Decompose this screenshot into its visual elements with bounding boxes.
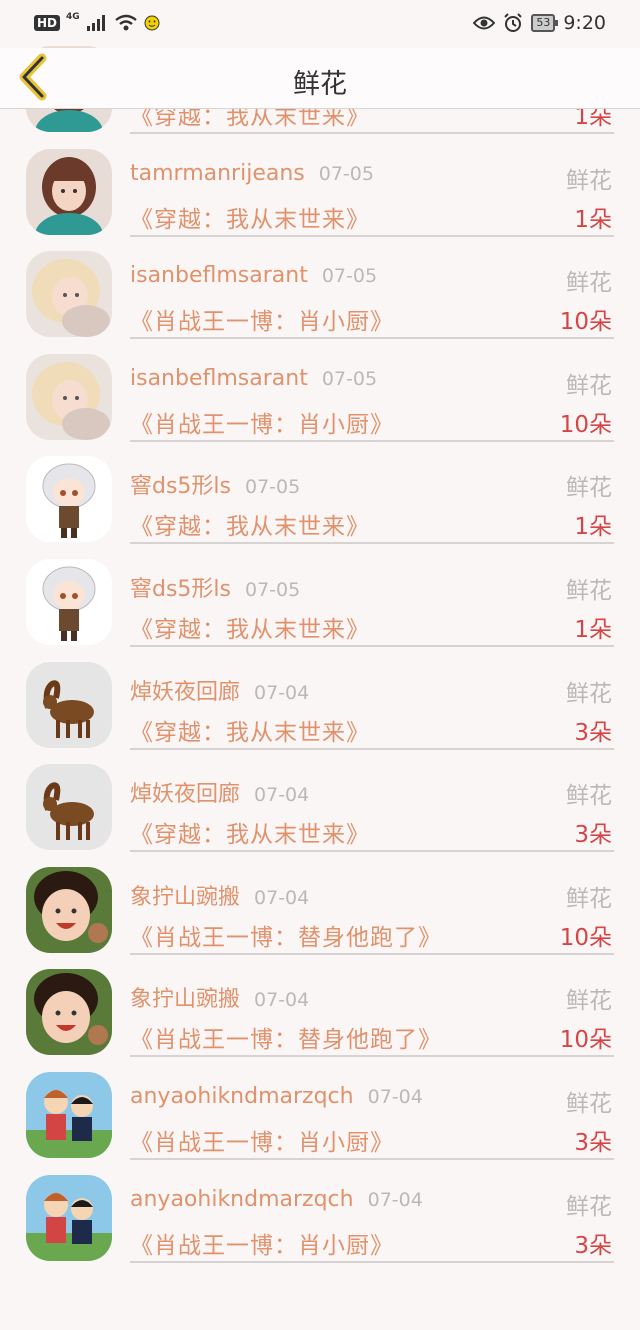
list-item[interactable]: isanbeflmsarant 07-05 鲜花 《肖战王一博：肖小厨》 10朵 bbox=[0, 229, 640, 340]
gift-type: 鲜花 bbox=[566, 372, 612, 399]
user-name-text: 象拧山豌搬 bbox=[130, 987, 241, 1013]
user-name-text: anyaohikndmarzqch bbox=[130, 1186, 354, 1212]
gift-type: 鲜花 bbox=[566, 167, 612, 194]
user-name: 窨ds5形ls 07-05 bbox=[130, 468, 300, 500]
gift-type: 鲜花 bbox=[566, 885, 612, 912]
navigation-bar: 鲜花 bbox=[0, 48, 640, 109]
page-title: 鲜花 bbox=[293, 69, 347, 100]
user-name: anyaohikndmarzqch 07-04 bbox=[130, 1187, 423, 1212]
gift-date: 07-04 bbox=[254, 886, 310, 909]
list-item[interactable]: tamrmanrijeans07-05鲜花《穿越：我从末世来》1朵 bbox=[0, 127, 640, 237]
user-name-text: 象拧山豌搬 bbox=[130, 884, 241, 910]
gift-type: 鲜花 bbox=[566, 1091, 612, 1117]
gift-date: 07-05 bbox=[318, 162, 374, 185]
divider bbox=[130, 1260, 614, 1263]
user-name-text: 焯妖夜回廊 bbox=[130, 782, 241, 808]
gift-type: 鲜花 bbox=[566, 680, 612, 707]
avatar[interactable] bbox=[26, 1072, 112, 1158]
user-name: 窨ds5形ls 07-05 bbox=[130, 571, 300, 603]
user-name: 焯妖夜回廊 07-04 bbox=[130, 776, 309, 808]
list-item[interactable]: isanbeflmsarant 07-05 鲜花 《肖战王一博：肖小厨》 10朵 bbox=[0, 332, 640, 442]
user-name: 象拧山豌搬 07-04 bbox=[130, 981, 309, 1013]
avatar[interactable] bbox=[26, 661, 112, 748]
book-title[interactable]: 《肖战王一博：肖小厨》 bbox=[130, 1226, 394, 1260]
gift-date: 07-05 bbox=[245, 579, 301, 601]
gift-type: 鲜花 bbox=[566, 270, 612, 297]
list-item[interactable]: 窨ds5形ls 07-05 鲜花 《穿越：我从末世来》 1朵 bbox=[0, 537, 640, 647]
user-name-text: 窨ds5形ls bbox=[130, 577, 231, 602]
gift-type: 鲜花 bbox=[566, 988, 612, 1015]
list-item[interactable]: 象拧山豌搬 07-04 鲜花 《肖战王一博：替身他跑了》 10朵 bbox=[0, 947, 640, 1058]
avatar[interactable] bbox=[26, 559, 112, 645]
avatar[interactable] bbox=[26, 866, 112, 953]
user-name: 焯妖夜回廊 07-04 bbox=[130, 674, 309, 706]
avatar[interactable] bbox=[26, 456, 112, 543]
user-name: 象拧山豌搬 07-04 bbox=[130, 879, 309, 911]
gift-date: 07-05 bbox=[321, 367, 378, 390]
user-name: tamrmanrijeans 07-05 bbox=[130, 161, 374, 186]
gift-type: 鲜花 bbox=[566, 783, 612, 810]
gift-date: 07-04 bbox=[367, 1188, 423, 1211]
avatar[interactable] bbox=[26, 148, 112, 235]
avatar[interactable] bbox=[26, 251, 112, 338]
list-item[interactable]: 焯妖夜回廊 07-04 鲜花 《穿越：我从末世来》 3朵 bbox=[0, 742, 640, 853]
gift-type: 鲜花 bbox=[566, 1193, 612, 1220]
user-name: anyaohikndmarzqch 07-04 bbox=[130, 1084, 423, 1109]
user-name-text: tamrmanrijeans bbox=[130, 160, 305, 186]
gift-type: 鲜花 bbox=[566, 475, 612, 502]
gift-type: 鲜花 bbox=[566, 578, 612, 604]
user-name-text: 焯妖夜回廊 bbox=[130, 679, 241, 705]
user-name: isanbeflmsarant 07-05 bbox=[130, 366, 377, 391]
avatar[interactable] bbox=[26, 353, 112, 440]
user-name: isanbeflmsarant 07-05 bbox=[130, 263, 377, 288]
gift-date: 07-04 bbox=[254, 681, 310, 704]
avatar[interactable] bbox=[26, 764, 112, 851]
list-item[interactable]: 焯妖夜回廊 07-04 鲜花 《穿越：我从末世来》 3朵 bbox=[0, 640, 640, 750]
network-label: 4G bbox=[66, 12, 80, 22]
flower-count: 3朵 bbox=[574, 1232, 612, 1259]
avatar[interactable] bbox=[26, 969, 112, 1056]
gift-date: 07-04 bbox=[254, 784, 310, 807]
list-item[interactable]: 窨ds5形ls 07-05 鲜花 《穿越：我从末世来》 1朵 bbox=[0, 434, 640, 545]
user-name-text: 窨ds5形ls bbox=[130, 474, 231, 500]
gift-date: 07-04 bbox=[367, 1086, 423, 1108]
list-item[interactable]: anyaohikndmarzqch 07-04 鲜花 《肖战王一博：肖小厨》 3朵 bbox=[0, 1050, 640, 1160]
gift-date: 07-05 bbox=[321, 265, 378, 288]
user-name-text: anyaohikndmarzqch bbox=[130, 1084, 354, 1109]
gift-date: 07-04 bbox=[254, 989, 310, 1012]
list-item[interactable]: 象拧山豌搬 07-04 鲜花 《肖战王一博：替身他跑了》 10朵 bbox=[0, 845, 640, 955]
avatar[interactable] bbox=[26, 1174, 112, 1261]
gift-date: 07-05 bbox=[245, 476, 301, 499]
user-name-text: isanbeflmsarant bbox=[130, 263, 308, 289]
user-name-text: isanbeflmsarant bbox=[130, 365, 308, 391]
list-item[interactable]: anyaohikndmarzqch 07-04 鲜花《肖战王一博：肖小厨》 3朵 bbox=[0, 1153, 640, 1263]
